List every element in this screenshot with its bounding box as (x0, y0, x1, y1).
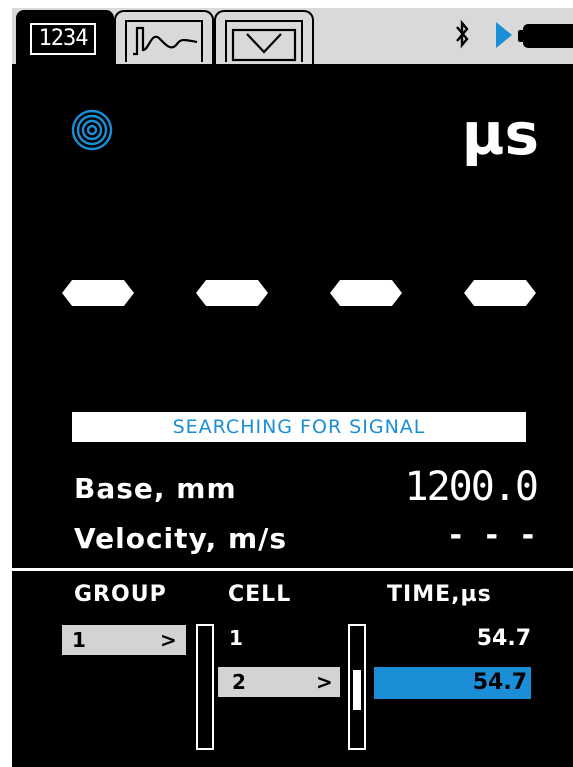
divider (12, 568, 573, 571)
status-banner: SEARCHING FOR SIGNAL (72, 412, 526, 442)
tab-waveform[interactable] (114, 10, 214, 64)
cell-row-2-time: 54.7 (472, 670, 527, 695)
cell-row-1-time: 54.7 (476, 626, 531, 651)
unit-label: µs (461, 100, 539, 168)
cell-scroll-thumb[interactable] (353, 670, 361, 710)
reading-digit-placeholder (196, 280, 268, 306)
group-header: GROUP (74, 582, 167, 607)
group-selector[interactable]: 1 > (62, 625, 186, 655)
velocity-label: Velocity, m/s (74, 522, 288, 555)
group-scrollbar[interactable] (196, 624, 214, 750)
tab-digits-label: 1234 (30, 23, 96, 55)
cell-header: CELL (228, 582, 292, 607)
cell-row-2-cell: 2 (232, 670, 246, 694)
cell-row-2-selector[interactable]: 2 > (218, 667, 340, 697)
base-label: Base, mm (74, 472, 237, 505)
reading-digit-placeholder (62, 280, 134, 306)
reading-placeholder (12, 280, 573, 310)
tab-pulse[interactable] (214, 10, 314, 64)
chevron-right-icon: > (160, 628, 177, 652)
play-icon[interactable] (496, 22, 512, 48)
time-header: TIME,µs (387, 582, 492, 607)
signal-rings-icon (71, 109, 113, 151)
group-value: 1 (72, 628, 86, 652)
cell-row-1-cell[interactable]: 1 (229, 626, 243, 650)
chevron-right-icon: > (316, 670, 333, 694)
cell-row-2-time-highlight[interactable]: 54.7 (374, 667, 531, 699)
reading-digit-placeholder (330, 280, 402, 306)
velocity-value: - - - (446, 518, 537, 553)
base-value[interactable]: 1200.0 (405, 464, 539, 510)
reading-digit-placeholder (464, 280, 536, 306)
battery-icon (523, 24, 573, 48)
device-screen: 1234 µs SEARCHING FOR SIGNAL Base, mm 12… (12, 8, 573, 767)
cell-scrollbar[interactable] (348, 624, 366, 750)
tab-digital-readout[interactable]: 1234 (16, 10, 114, 64)
tab-bar: 1234 (12, 8, 573, 64)
pulse-icon (225, 20, 303, 62)
waveform-icon (125, 20, 203, 62)
bluetooth-icon (456, 19, 469, 49)
